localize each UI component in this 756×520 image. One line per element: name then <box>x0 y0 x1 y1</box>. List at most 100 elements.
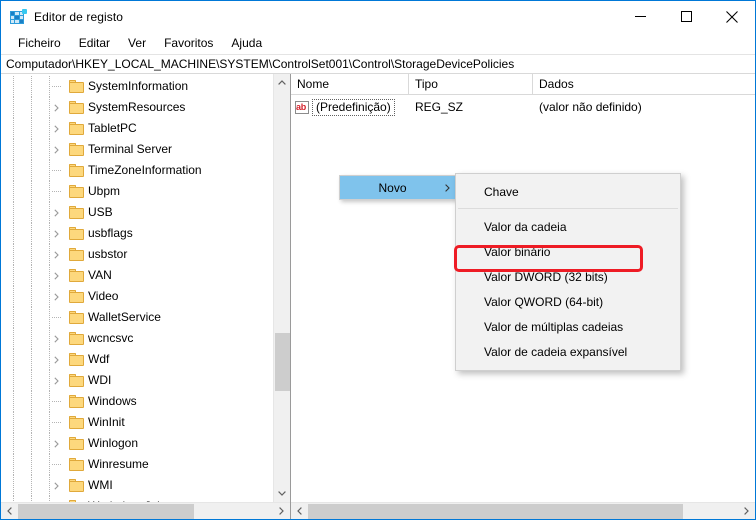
tree-item-timezoneinformation[interactable]: TimeZoneInformation <box>1 160 273 181</box>
registry-key-tree[interactable]: SystemInformation SystemResources TabletPC… <box>1 74 273 502</box>
menu-ver[interactable]: Ver <box>119 34 155 53</box>
menu-bar: Ficheiro Editar Ver Favoritos Ajuda <box>1 32 755 54</box>
maximize-button[interactable] <box>663 1 709 32</box>
tree-hscroll-track[interactable] <box>18 503 273 519</box>
tree-expander-chevron-icon[interactable] <box>51 97 61 118</box>
tree-item-wmi[interactable]: WMI <box>1 475 273 496</box>
tree-item-winlogon[interactable]: Winlogon <box>1 433 273 454</box>
menu-ajuda[interactable]: Ajuda <box>222 34 271 53</box>
list-hscroll-thumb[interactable] <box>308 504 683 519</box>
tree-item-wininit[interactable]: WinInit <box>1 412 273 433</box>
table-row[interactable]: ab (Predefinição) REG_SZ (valor não defi… <box>291 97 755 117</box>
tree-scroll-area: SystemInformation SystemResources TabletPC… <box>1 74 290 502</box>
tree-scroll-down-button[interactable] <box>274 485 290 502</box>
context-menu-item-valor-de-m-ltiplas-cadeias[interactable]: Valor de múltiplas cadeias <box>456 314 680 339</box>
list-horizontal-scrollbar[interactable] <box>291 502 755 519</box>
tree-expander-chevron-icon[interactable] <box>51 223 61 244</box>
tree-item-label: Wdf <box>88 352 110 366</box>
tree-expander-chevron-icon[interactable] <box>51 328 61 349</box>
column-header-tipo[interactable]: Tipo <box>409 74 533 94</box>
tree-expander-chevron-icon[interactable] <box>51 349 61 370</box>
tree-expander-chevron-icon[interactable] <box>51 244 61 265</box>
tree-item-label: SystemInformation <box>88 79 189 93</box>
tree-expander-chevron-icon[interactable] <box>51 475 61 496</box>
list-scroll-left-button[interactable] <box>291 503 308 519</box>
tree-item-ubpm[interactable]: Ubpm <box>1 181 273 202</box>
tree-item-wdi[interactable]: WDI <box>1 370 273 391</box>
list-scroll-right-button[interactable] <box>738 503 755 519</box>
close-button[interactable] <box>709 1 755 32</box>
chevron-right-icon <box>445 181 450 195</box>
list-hscroll-track[interactable] <box>308 503 738 519</box>
tree-item-windows[interactable]: Windows <box>1 391 273 412</box>
tree-expander-chevron-icon[interactable] <box>51 370 61 391</box>
folder-icon <box>69 479 84 492</box>
tree-item-video[interactable]: Video <box>1 286 273 307</box>
tree-item-label: Winresume <box>88 457 149 471</box>
tree-item-wdf[interactable]: Wdf <box>1 349 273 370</box>
tree-item-winresume[interactable]: Winresume <box>1 454 273 475</box>
folder-icon <box>69 395 84 408</box>
column-header-dados[interactable]: Dados <box>533 74 755 94</box>
tree-item-walletservice[interactable]: WalletService <box>1 307 273 328</box>
context-menu-item-valor-da-cadeia[interactable]: Valor da cadeia <box>456 214 680 239</box>
context-menu-item-chave[interactable]: Chave <box>456 179 680 204</box>
context-menu-item-label: Valor de cadeia expansível <box>484 344 628 359</box>
tree-hscroll-thumb[interactable] <box>18 504 194 519</box>
context-menu-item-valor-bin-rio[interactable]: Valor binário <box>456 239 680 264</box>
tree-item-usb[interactable]: USB <box>1 202 273 223</box>
context-menu-item-novo[interactable]: Novo <box>340 176 458 199</box>
tree-item-label: Terminal Server <box>88 142 173 156</box>
tree-item-usbflags[interactable]: usbflags <box>1 223 273 244</box>
tree-vertical-scrollbar[interactable] <box>273 74 290 502</box>
context-menu-item-valor-dword-32-bits-[interactable]: Valor DWORD (32 bits) <box>456 264 680 289</box>
menu-editar[interactable]: Editar <box>70 34 119 53</box>
tree-item-label: TabletPC <box>88 121 137 135</box>
folder-icon <box>69 269 84 282</box>
folder-icon <box>69 353 84 366</box>
value-name-cell[interactable]: ab (Predefinição) <box>291 98 409 116</box>
tree-item-label: Video <box>88 289 119 303</box>
tree-scroll-thumb[interactable] <box>275 333 290 391</box>
tree-item-label: WDI <box>88 373 112 387</box>
folder-icon <box>69 206 84 219</box>
tree-expander-chevron-icon[interactable] <box>51 286 61 307</box>
tree-scroll-up-button[interactable] <box>274 74 290 91</box>
folder-icon <box>69 80 84 93</box>
context-menu-parent: Novo <box>339 175 459 200</box>
window-title: Editor de registo <box>34 9 124 24</box>
tree-item-label: Ubpm <box>88 184 121 198</box>
context-menu-item-valor-qword-64-bit-[interactable]: Valor QWORD (64-bit) <box>456 289 680 314</box>
tree-item-terminal-server[interactable]: Terminal Server <box>1 139 273 160</box>
menu-ficheiro[interactable]: Ficheiro <box>9 34 70 53</box>
value-list-header: Nome Tipo Dados <box>291 74 755 95</box>
tree-item-systemresources[interactable]: SystemResources <box>1 97 273 118</box>
tree-item-label: wcncsvc <box>88 331 134 345</box>
tree-expander-chevron-icon[interactable] <box>51 118 61 139</box>
tree-item-van[interactable]: VAN <box>1 265 273 286</box>
tree-scroll-right-button[interactable] <box>273 503 290 519</box>
tree-item-tabletpc[interactable]: TabletPC <box>1 118 273 139</box>
folder-icon <box>69 227 84 240</box>
tree-item-wcncsvc[interactable]: wcncsvc <box>1 328 273 349</box>
address-bar[interactable]: Computador\HKEY_LOCAL_MACHINE\SYSTEM\Con… <box>1 54 755 74</box>
minimize-button[interactable] <box>617 1 663 32</box>
tree-expander-chevron-icon[interactable] <box>51 433 61 454</box>
tree-horizontal-scrollbar[interactable] <box>1 502 290 519</box>
tree-pane: SystemInformation SystemResources TabletPC… <box>1 74 291 519</box>
tree-scroll-track[interactable] <box>274 91 290 485</box>
registry-editor-icon <box>10 8 27 25</box>
title-bar: Editor de registo <box>1 1 755 32</box>
tree-item-usbstor[interactable]: usbstor <box>1 244 273 265</box>
tree-item-systeminformation[interactable]: SystemInformation <box>1 76 273 97</box>
context-menu-item-valor-de-cadeia-expans-vel[interactable]: Valor de cadeia expansível <box>456 339 680 364</box>
menu-favoritos[interactable]: Favoritos <box>155 34 222 53</box>
folder-icon <box>69 164 84 177</box>
tree-scroll-left-button[interactable] <box>1 503 18 519</box>
tree-item-workplacejoin[interactable]: WorkplaceJoin <box>1 496 273 502</box>
tree-expander-chevron-icon[interactable] <box>51 202 61 223</box>
tree-expander-chevron-icon[interactable] <box>51 265 61 286</box>
tree-expander-chevron-icon[interactable] <box>51 139 61 160</box>
folder-icon <box>69 311 84 324</box>
column-header-nome[interactable]: Nome <box>291 74 409 94</box>
